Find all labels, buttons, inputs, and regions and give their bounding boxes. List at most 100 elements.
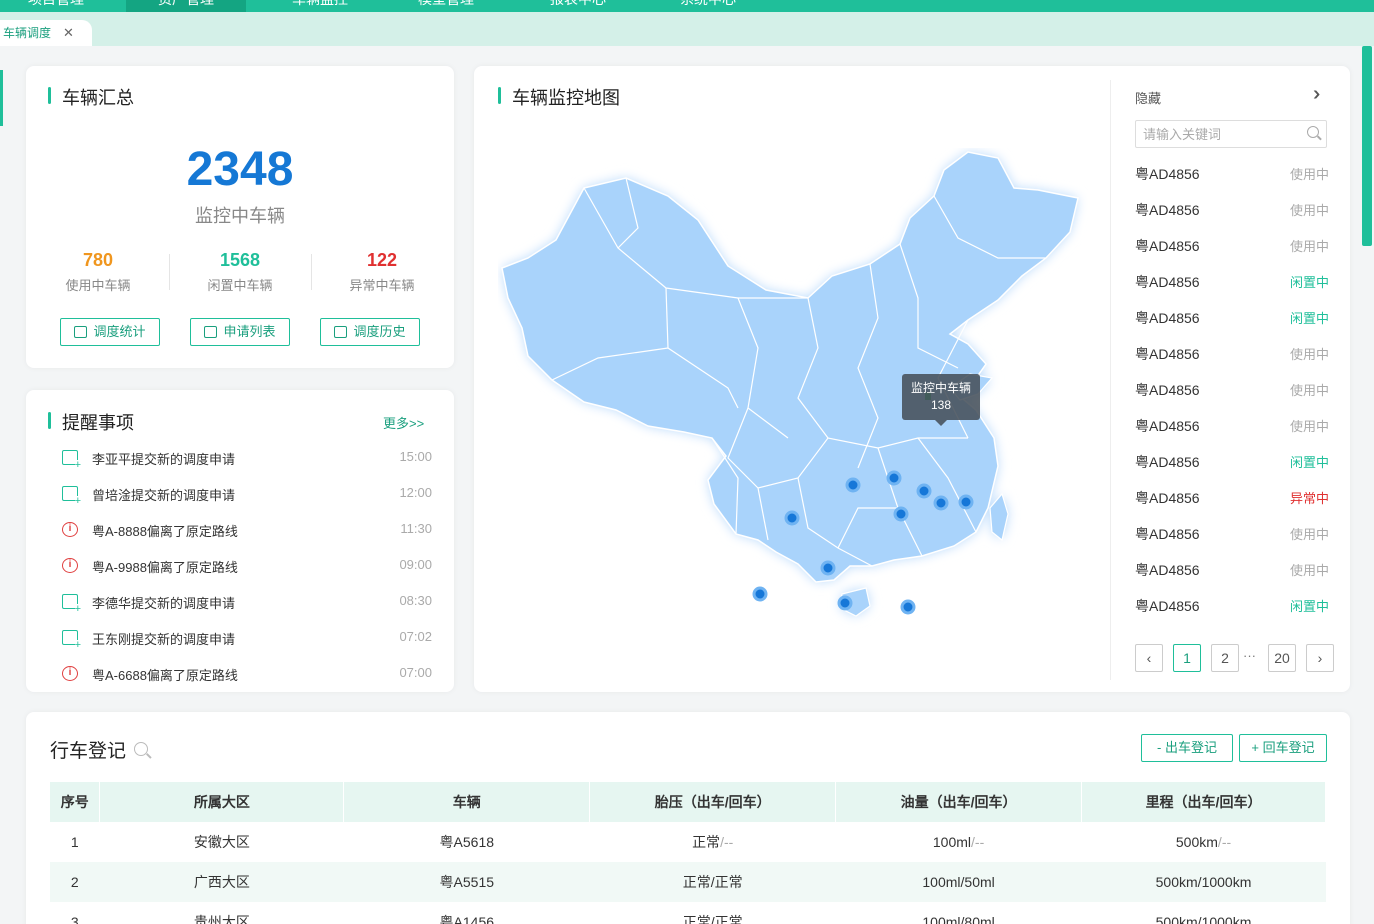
button-label: 调度统计 — [93, 324, 146, 339]
vehicle-status: 异常中 — [1289, 491, 1329, 506]
vehicle-status: 使用中 — [1289, 419, 1329, 434]
reminder-text: 李亚平提交新的调度申请 — [92, 452, 236, 467]
china-map[interactable] — [498, 148, 1088, 628]
value-in: 50ml — [964, 874, 995, 890]
vehicle-list-item[interactable]: 粤AD4856 使用中 — [1135, 524, 1329, 544]
application-icon — [62, 630, 81, 650]
reminder-text: 王东刚提交新的调度申请 — [92, 632, 236, 647]
vehicle-list-item[interactable]: 粤AD4856 异常中 — [1135, 488, 1329, 508]
more-link[interactable]: 更多>> — [383, 413, 424, 432]
search-icon[interactable] — [134, 742, 148, 756]
dispatch-history-button[interactable]: 调度历史 — [320, 318, 420, 346]
left-edge-indicator — [0, 70, 3, 126]
value-out: 500km — [1175, 834, 1218, 850]
close-icon[interactable]: ✕ — [63, 20, 74, 46]
warning-icon: i — [62, 666, 78, 681]
nav-item-5[interactable]: 系统中心 — [674, 0, 742, 12]
pagination-next[interactable]: › — [1306, 644, 1334, 672]
button-label: 调度历史 — [353, 324, 406, 339]
hide-toggle[interactable]: 隐藏 — [1135, 88, 1161, 107]
tab-vehicle-dispatch[interactable]: 车辆调度 ✕ — [0, 20, 92, 46]
vehicle-list-panel: 隐藏 ›› 粤AD4856使用中粤AD4856使用中粤AD4856使用中粤AD4… — [1110, 80, 1350, 680]
reminder-time: 09:00 — [399, 557, 432, 572]
trip-record-card: 行车登记 - 出车登记 + 回车登记 序号 所属大区 车辆 胎压（出车/回车） … — [26, 712, 1350, 924]
value-in: 1000km — [1201, 914, 1252, 924]
column-header: 序号 — [50, 782, 101, 822]
application-list-button[interactable]: 申请列表 — [190, 318, 290, 346]
double-chevron-right-icon[interactable]: ›› — [1313, 83, 1322, 106]
reminder-item[interactable]: 曾培淦提交新的调度申请 12:00 — [62, 484, 432, 506]
cell-oil: 100ml/-- — [836, 822, 1082, 862]
reminder-item[interactable]: i 粤A-8888偏离了原定路线 11:30 — [62, 520, 432, 540]
vehicle-status: 闲置中 — [1289, 311, 1329, 326]
button-label: 申请列表 — [223, 324, 276, 339]
total-monitored-label: 监控中车辆 — [195, 206, 285, 226]
vehicle-list-item[interactable]: 粤AD4856 闲置中 — [1135, 596, 1329, 616]
total-monitored-count: 2348 — [186, 143, 294, 196]
cell-oil: 100ml/80ml — [836, 902, 1082, 924]
vehicle-search-input[interactable] — [1135, 120, 1327, 148]
vehicle-list-item[interactable]: 粤AD4856 使用中 — [1135, 560, 1329, 580]
nav-item-3[interactable]: 模型管理 — [412, 0, 480, 12]
vehicle-plate: 粤AD4856 — [1135, 418, 1200, 434]
tooltip-label: 监控中车辆 — [910, 381, 971, 395]
return-register-button[interactable]: + 回车登记 — [1239, 734, 1327, 762]
reminder-item[interactable]: 李亚平提交新的调度申请 15:00 — [62, 448, 432, 470]
vehicle-list-item[interactable]: 粤AD4856 使用中 — [1135, 380, 1329, 400]
pagination-page-1[interactable]: 1 — [1173, 644, 1201, 672]
nav-item-4[interactable]: 报表中心 — [544, 0, 612, 12]
nav-item-1[interactable]: 资产管理 — [126, 0, 246, 12]
vehicle-plate: 粤AD4856 — [1135, 454, 1200, 470]
vehicle-list-item[interactable]: 粤AD4856 闲置中 — [1135, 308, 1329, 328]
trip-record-table: 序号 所属大区 车辆 胎压（出车/回车） 油量（出车/回车） 里程（出车/回车）… — [50, 782, 1326, 924]
nav-item-0[interactable]: 项目管理 — [22, 0, 90, 12]
card-title: 车辆汇总 — [48, 84, 134, 110]
table-row[interactable]: 1 安徽大区 粤A5618 正常/-- 100ml/-- 500km/-- — [50, 822, 1326, 862]
vehicle-plate: 粤AD4856 — [1135, 310, 1200, 326]
reminder-item[interactable]: 王东刚提交新的调度申请 07:02 — [62, 628, 432, 650]
scrollbar-thumb[interactable] — [1362, 46, 1372, 246]
stat-label: 闲置中车辆 — [207, 278, 273, 293]
pagination-page-2[interactable]: 2 — [1211, 644, 1239, 672]
cell-mileage: 500km/1000km — [1081, 862, 1326, 902]
vehicle-plate: 粤AD4856 — [1135, 202, 1200, 218]
vehicle-plate: 粤AD4856 — [1135, 166, 1200, 182]
value-out: 500km — [1155, 874, 1198, 890]
warning-icon: i — [62, 522, 78, 537]
vehicle-list-item[interactable]: 粤AD4856 使用中 — [1135, 164, 1329, 184]
value-in: 正常 — [714, 914, 743, 924]
value-out: 正常 — [682, 914, 711, 924]
column-header: 胎压（出车/回车） — [589, 782, 837, 822]
dispatch-stats-button[interactable]: 调度统计 — [60, 318, 160, 346]
application-icon — [62, 486, 81, 506]
vehicle-list-item[interactable]: 粤AD4856 闲置中 — [1135, 272, 1329, 292]
pagination-prev[interactable]: ‹ — [1135, 644, 1163, 672]
vehicle-status: 使用中 — [1289, 203, 1329, 218]
table-row[interactable]: 2 广西大区 粤A5515 正常/正常 100ml/50ml 500km/1000km — [50, 862, 1326, 902]
pagination-page-20[interactable]: 20 — [1268, 644, 1296, 672]
vehicle-status: 使用中 — [1289, 383, 1329, 398]
column-header: 油量（出车/回车） — [835, 782, 1083, 822]
value-out: 100ml — [932, 834, 972, 850]
value-in: -- — [1221, 834, 1232, 850]
cell-region: 广西大区 — [99, 862, 344, 902]
vehicle-map-card: 车辆监控地图 监控中车辆 138 隐藏 ›› 请输入关键词 粤AD4856 使用… — [474, 66, 1350, 692]
vehicle-list-item[interactable]: 粤AD4856 使用中 — [1135, 200, 1329, 220]
search-icon[interactable] — [1307, 126, 1319, 138]
vehicle-list-item[interactable]: 粤AD4856 闲置中 — [1135, 452, 1329, 472]
vehicle-plate: 粤AD4856 — [1135, 490, 1200, 506]
value-in: 正常 — [714, 874, 743, 890]
reminder-item[interactable]: 李德华提交新的调度申请 08:30 — [62, 592, 432, 614]
cell-mileage: 500km/-- — [1082, 822, 1326, 862]
table-row[interactable]: 3 贵州大区 粤A1456 正常/正常 100ml/80ml 500km/1000km — [50, 902, 1326, 924]
reminder-item[interactable]: i 粤A-9988偏离了原定路线 09:00 — [62, 556, 432, 576]
vehicle-list-item[interactable]: 粤AD4856 使用中 — [1135, 344, 1329, 364]
card-title: 车辆监控地图 — [498, 84, 620, 110]
depart-register-button[interactable]: - 出车登记 — [1141, 734, 1233, 762]
nav-item-2[interactable]: 车辆监控 — [286, 0, 354, 12]
vehicle-list-item[interactable]: 粤AD4856 使用中 — [1135, 416, 1329, 436]
reminder-time: 15:00 — [399, 449, 432, 464]
vehicle-list-item[interactable]: 粤AD4856 使用中 — [1135, 236, 1329, 256]
reminder-item[interactable]: i 粤A-6688偏离了原定路线 07:00 — [62, 664, 432, 684]
warning-icon: i — [62, 558, 78, 573]
